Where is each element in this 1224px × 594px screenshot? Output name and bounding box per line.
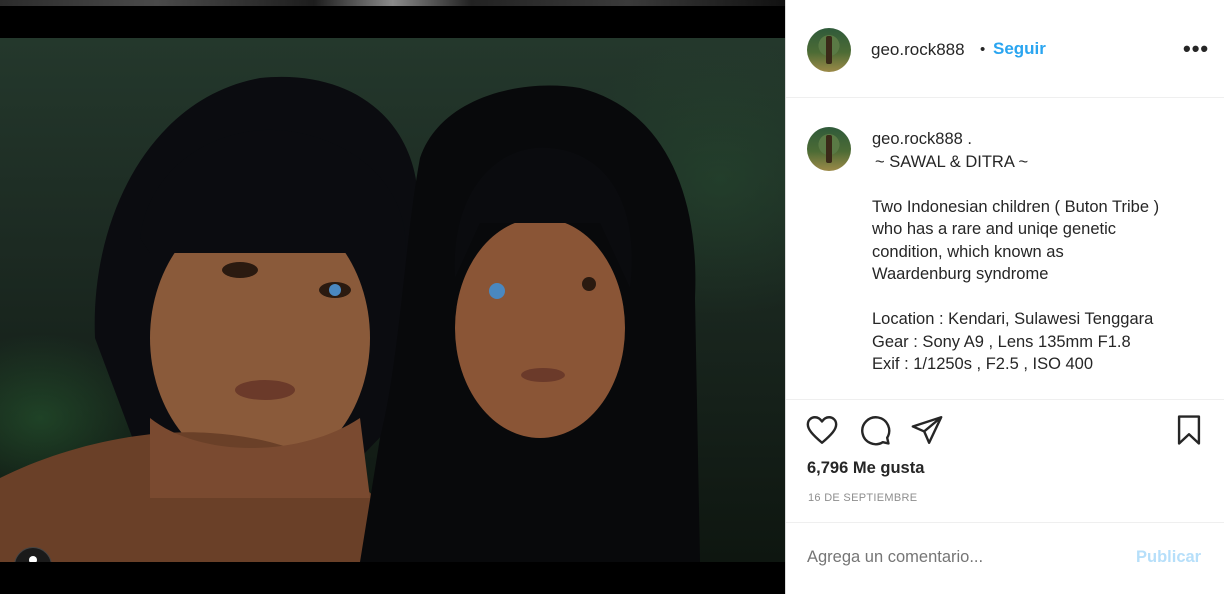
likes-count[interactable]: 6,796 Me gusta bbox=[807, 459, 924, 478]
caption-line: who has a rare and uniqe genetic bbox=[872, 220, 1117, 238]
photo-pane bbox=[0, 0, 785, 594]
post-sidebar: geo.rock888 • Seguir ••• geo.rock888 . ~… bbox=[785, 0, 1224, 594]
caption-line: Exif : 1/1250s , F2.5 , ISO 400 bbox=[872, 355, 1094, 373]
caption-line: condition, which known as bbox=[872, 242, 1064, 261]
follow-button[interactable]: Seguir bbox=[993, 39, 1046, 59]
comment-icon[interactable] bbox=[858, 413, 892, 447]
comment-input[interactable] bbox=[807, 548, 1107, 567]
avatar[interactable] bbox=[807, 28, 851, 72]
previous-post-strip bbox=[0, 0, 785, 6]
user-tag-head bbox=[29, 556, 37, 562]
post-photo[interactable] bbox=[0, 38, 785, 562]
header-username[interactable]: geo.rock888 bbox=[871, 40, 965, 60]
publish-button[interactable]: Publicar bbox=[1136, 548, 1201, 567]
photo-illustration bbox=[0, 76, 700, 562]
heart-icon[interactable] bbox=[805, 413, 839, 447]
post-header: geo.rock888 • Seguir ••• bbox=[786, 0, 1224, 98]
caption-line: Gear : Sony A9 , Lens 135mm F1.8 bbox=[872, 332, 1131, 351]
caption-line: Location : Kendari, Sulawesi Tenggara bbox=[872, 310, 1154, 328]
caption-username[interactable]: geo.rock888 . bbox=[872, 128, 1202, 151]
caption: geo.rock888 . ~ SAWAL & DITRA ~ Two Indo… bbox=[872, 128, 1202, 376]
caption-line: Two Indonesian children ( Buton Tribe ) bbox=[872, 197, 1160, 216]
comment-divider bbox=[786, 522, 1224, 523]
caption-line: ~ SAWAL & DITRA ~ bbox=[875, 152, 1029, 171]
post-date[interactable]: 16 DE SEPTIEMBRE bbox=[808, 492, 917, 504]
bookmark-icon[interactable] bbox=[1172, 413, 1206, 447]
caption-avatar[interactable] bbox=[807, 127, 851, 171]
actions-divider bbox=[786, 399, 1224, 400]
send-icon[interactable] bbox=[910, 413, 944, 447]
more-horizontal-icon[interactable]: ••• bbox=[1183, 36, 1209, 62]
caption-line: Waardenburg syndrome bbox=[872, 265, 1049, 283]
header-dot-separator: • bbox=[980, 41, 986, 58]
